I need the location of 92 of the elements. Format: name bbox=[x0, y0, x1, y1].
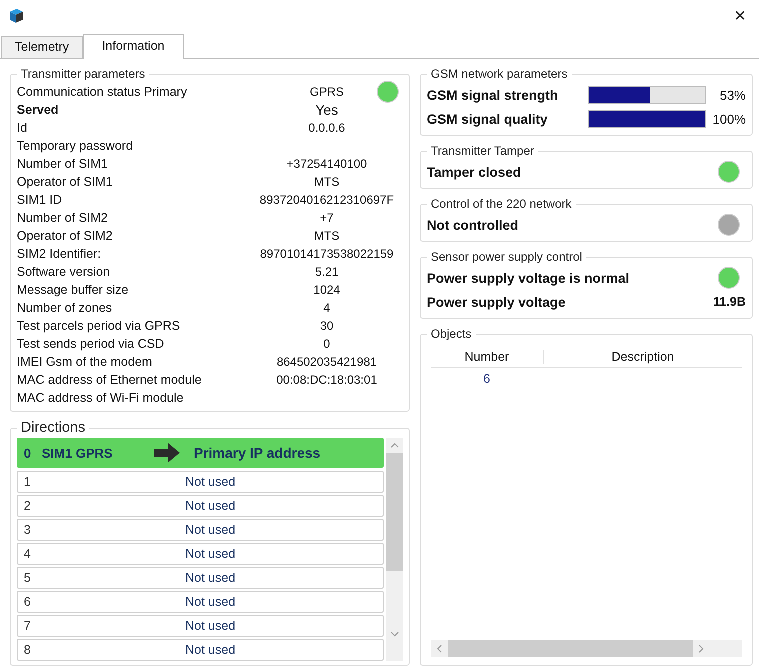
parameter-label: Operator of SIM1 bbox=[17, 175, 114, 189]
parameter-value: +7 bbox=[319, 211, 335, 225]
parameter-value: 00:08:DC:18:03:01 bbox=[276, 373, 378, 387]
indicator-label: Tamper closed bbox=[427, 164, 522, 180]
direction-row[interactable]: 5 Not used bbox=[17, 567, 384, 589]
horizontal-scrollbar[interactable] bbox=[431, 640, 742, 657]
direction-row[interactable]: 2 Not used bbox=[17, 495, 384, 517]
scroll-left-icon[interactable] bbox=[437, 644, 442, 652]
parameter-value: MTS bbox=[313, 175, 341, 189]
direction-row[interactable]: 0 SIM1 GPRS Primary IP address bbox=[17, 438, 384, 468]
direction-number: 1 bbox=[24, 475, 32, 489]
parameter-value: MTS bbox=[313, 229, 341, 243]
direction-number: 5 bbox=[24, 571, 32, 585]
indicator-value: 11.9B bbox=[713, 295, 746, 309]
parameter-value: 30 bbox=[319, 319, 335, 333]
column-header[interactable]: Description bbox=[544, 350, 742, 364]
indicator-label: Power supply voltage is normal bbox=[427, 270, 631, 286]
scroll-up-icon[interactable] bbox=[390, 443, 398, 448]
group-title: GSM network parameters bbox=[430, 67, 569, 81]
direction-row[interactable]: 1 Not used bbox=[17, 471, 384, 493]
parameter-value: 4 bbox=[322, 301, 332, 315]
parameter-value: 89701014173538022159 bbox=[259, 247, 395, 261]
parameter-value: 5.21 bbox=[314, 265, 340, 279]
meter-reading: 53% bbox=[718, 88, 746, 102]
direction-row[interactable]: 6 Not used bbox=[17, 591, 384, 613]
direction-row[interactable]: 4 Not used bbox=[17, 543, 384, 565]
parameter-label: IMEI Gsm of the modem bbox=[17, 355, 154, 369]
direction-target: Not used bbox=[184, 595, 237, 609]
parameter-value: 0 bbox=[322, 337, 332, 351]
right-arrow-icon bbox=[154, 443, 180, 463]
indicator-label: Power supply voltage bbox=[427, 294, 567, 310]
scroll-down-icon[interactable] bbox=[390, 632, 398, 637]
meter-reading: 100% bbox=[712, 112, 746, 126]
parameter-label: Communication status Primary bbox=[17, 85, 188, 99]
scroll-right-icon[interactable] bbox=[699, 644, 704, 652]
direction-number: 7 bbox=[24, 619, 32, 633]
table-cell-text: 6 bbox=[482, 372, 492, 386]
group-title: Directions bbox=[20, 420, 86, 436]
tab[interactable]: Information bbox=[83, 34, 184, 59]
direction-target: Not used bbox=[184, 499, 237, 513]
direction-number: 2 bbox=[24, 499, 32, 513]
parameter-label: Operator of SIM2 bbox=[17, 229, 114, 243]
parameter-label: Test sends period via CSD bbox=[17, 337, 166, 351]
parameter-label: Id bbox=[17, 121, 28, 135]
meter-label: GSM signal strength bbox=[427, 88, 560, 102]
direction-target: Not used bbox=[184, 571, 237, 585]
parameter-label: Temporary password bbox=[17, 139, 134, 153]
direction-target: Primary IP address bbox=[193, 445, 322, 461]
direction-number: 6 bbox=[24, 595, 32, 609]
direction-target: Not used bbox=[184, 547, 237, 561]
parameter-label: Message buffer size bbox=[17, 283, 130, 297]
direction-row[interactable]: 8 Not used bbox=[17, 639, 384, 661]
direction-row[interactable]: 3 Not used bbox=[17, 519, 384, 541]
group-title: Objects bbox=[430, 327, 473, 341]
parameter-label: Test parcels period via GPRS bbox=[17, 319, 182, 333]
parameter-value: 1024 bbox=[312, 283, 342, 297]
group-title: Sensor power supply control bbox=[430, 250, 584, 264]
direction-number: 8 bbox=[24, 643, 32, 657]
column-header[interactable]: Number bbox=[431, 350, 544, 364]
parameter-value: 0.0.0.6 bbox=[308, 121, 346, 135]
tab[interactable]: Telemetry bbox=[1, 36, 84, 58]
parameter-label: MAC address of Wi-Fi module bbox=[17, 391, 185, 405]
indicator-label: Not controlled bbox=[427, 218, 520, 232]
parameter-value: 864502035421981 bbox=[276, 355, 378, 369]
group-title: Transmitter parameters bbox=[20, 67, 146, 81]
direction-target: Not used bbox=[184, 619, 237, 633]
meter-label: GSM signal quality bbox=[427, 112, 549, 126]
vertical-scrollbar[interactable] bbox=[386, 438, 403, 661]
parameter-value: 8937204016212310697F bbox=[258, 193, 396, 207]
parameter-label: Number of SIM1 bbox=[17, 157, 110, 171]
direction-number: 0 bbox=[24, 446, 32, 460]
direction-number: 3 bbox=[24, 523, 32, 537]
app-logo-icon bbox=[8, 8, 24, 24]
parameter-label: MAC address of Ethernet module bbox=[17, 373, 203, 387]
parameter-label: Served bbox=[17, 103, 60, 117]
parameter-label: SIM2 Identifier: bbox=[17, 247, 102, 261]
parameter-label: Number of SIM2 bbox=[17, 211, 110, 225]
parameter-value: +37254140100 bbox=[286, 157, 368, 171]
parameter-label: Number of zones bbox=[17, 301, 114, 315]
direction-row[interactable]: 7 Not used bbox=[17, 615, 384, 637]
parameter-label: SIM1 ID bbox=[17, 193, 64, 207]
direction-target: Not used bbox=[184, 475, 237, 489]
group-title: Transmitter Tamper bbox=[430, 144, 536, 158]
group-title: Control of the 220 network bbox=[430, 197, 573, 211]
direction-channel: SIM1 GPRS bbox=[42, 446, 114, 460]
close-button[interactable]: ✕ bbox=[734, 7, 747, 25]
direction-target: Not used bbox=[184, 643, 237, 657]
direction-target: Not used bbox=[184, 523, 237, 537]
direction-number: 4 bbox=[24, 547, 32, 561]
parameter-value: Yes bbox=[314, 102, 340, 118]
parameter-value: GPRS bbox=[308, 85, 345, 99]
parameter-label: Software version bbox=[17, 265, 112, 279]
